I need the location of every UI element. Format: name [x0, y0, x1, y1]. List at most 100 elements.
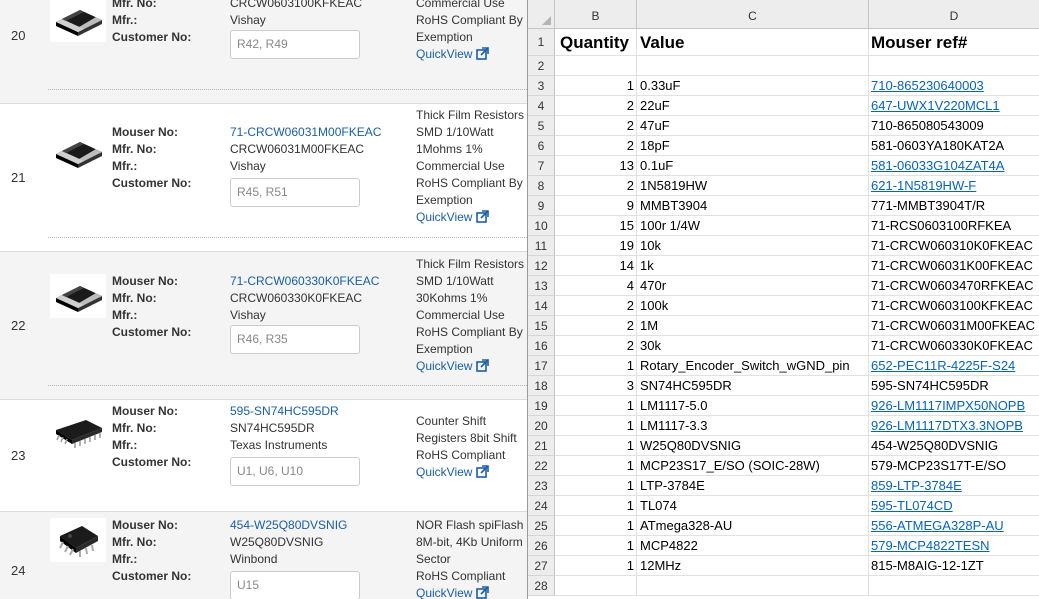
cell-ref[interactable]: 771-MMBT3904T/R: [869, 196, 1039, 216]
column-header-d[interactable]: D: [869, 0, 1039, 29]
cell-ref[interactable]: 815-M8AIG-12-1ZT: [869, 556, 1039, 576]
row-header[interactable]: 17: [528, 356, 555, 376]
product-image[interactable]: [50, 274, 106, 318]
cell-ref[interactable]: 454-W25Q80DVSNIG: [869, 436, 1039, 456]
row-header[interactable]: 8: [528, 176, 555, 196]
row-header[interactable]: 3: [528, 76, 555, 96]
mouser-part-link[interactable]: 454-W25Q80DVSNIG: [230, 517, 347, 534]
cell-quantity[interactable]: 2: [555, 176, 637, 196]
cell-value[interactable]: LM1117-3.3: [637, 416, 869, 436]
cell-quantity[interactable]: 4: [555, 276, 637, 296]
cell-ref[interactable]: 595-SN74HC595DR: [869, 376, 1039, 396]
cell-ref-hyperlink[interactable]: 647-UWX1V220MCL1: [869, 96, 1039, 116]
quickview-link[interactable]: QuickView: [416, 358, 490, 375]
cell-value[interactable]: MCP4822: [637, 536, 869, 556]
row-header[interactable]: 25: [528, 516, 555, 536]
cell-value[interactable]: 0.1uF: [637, 156, 869, 176]
cell-value[interactable]: [637, 576, 869, 596]
product-image[interactable]: [50, 130, 106, 174]
row-header[interactable]: 11: [528, 236, 555, 256]
row-header[interactable]: 21: [528, 436, 555, 456]
cell-ref[interactable]: 581-0603YA180KAT2A: [869, 136, 1039, 156]
cell-ref-hyperlink[interactable]: 652-PEC11R-4225F-S24: [869, 356, 1039, 376]
cell-value[interactable]: ATmega328-AU: [637, 516, 869, 536]
cell-ref[interactable]: 71-CRCW060330K0FKEAC: [869, 336, 1039, 356]
cell-value[interactable]: 100k: [637, 296, 869, 316]
row-header[interactable]: 24: [528, 496, 555, 516]
cell-value[interactable]: 10k: [637, 236, 869, 256]
row-header[interactable]: 10: [528, 216, 555, 236]
cell-quantity[interactable]: 2: [555, 136, 637, 156]
cell-ref[interactable]: 71-CRCW0603470RFKEAC: [869, 276, 1039, 296]
cell-value[interactable]: 18pF: [637, 136, 869, 156]
cell-quantity[interactable]: 1: [555, 496, 637, 516]
cell-quantity[interactable]: 2: [555, 336, 637, 356]
product-image[interactable]: [50, 0, 106, 42]
row-header[interactable]: 19: [528, 396, 555, 416]
row-header[interactable]: 15: [528, 316, 555, 336]
mouser-part-link[interactable]: 71-CRCW060330K0FKEAC: [230, 273, 379, 290]
cell-ref-hyperlink[interactable]: 556-ATMEGA328P-AU: [869, 516, 1039, 536]
cell-quantity[interactable]: 13: [555, 156, 637, 176]
cell-ref[interactable]: 579-MCP23S17T-E/SO: [869, 456, 1039, 476]
cell-ref[interactable]: [869, 576, 1039, 596]
quickview-link[interactable]: QuickView: [416, 464, 490, 481]
cell-quantity[interactable]: [555, 576, 637, 596]
cell-value[interactable]: 22uF: [637, 96, 869, 116]
cell-ref-hyperlink[interactable]: 926-LM1117DTX3.3NOPB: [869, 416, 1039, 436]
cell-ref[interactable]: 71-CRCW06031K00FKEAC: [869, 256, 1039, 276]
customer-number-input[interactable]: R45, R51: [230, 178, 360, 207]
select-all-corner[interactable]: [528, 0, 555, 29]
column-header-c[interactable]: C: [637, 0, 869, 29]
cell-ref-hyperlink[interactable]: 579-MCP4822TESN: [869, 536, 1039, 556]
row-header[interactable]: 28: [528, 576, 555, 596]
header-cell-quantity[interactable]: Quantity: [555, 29, 637, 56]
row-header[interactable]: 18: [528, 376, 555, 396]
cell-value[interactable]: TL074: [637, 496, 869, 516]
cell-quantity[interactable]: 14: [555, 256, 637, 276]
cell-quantity[interactable]: 1: [555, 536, 637, 556]
cell-value[interactable]: 12MHz: [637, 556, 869, 576]
row-header[interactable]: 14: [528, 296, 555, 316]
header-cell-ref[interactable]: Mouser ref#: [869, 29, 1039, 56]
cell-value[interactable]: Rotary_Encoder_Switch_wGND_pin: [637, 356, 869, 376]
cell-value[interactable]: 470r: [637, 276, 869, 296]
cell-quantity[interactable]: 2: [555, 96, 637, 116]
cell-quantity[interactable]: 15: [555, 216, 637, 236]
header-cell-value[interactable]: Value: [637, 29, 869, 56]
cell-ref-hyperlink[interactable]: 581-06033G104ZAT4A: [869, 156, 1039, 176]
row-header[interactable]: 16: [528, 336, 555, 356]
cell-quantity[interactable]: 1: [555, 416, 637, 436]
cell-value[interactable]: W25Q80DVSNIG: [637, 436, 869, 456]
cell-ref-hyperlink[interactable]: 859-LTP-3784E: [869, 476, 1039, 496]
customer-number-input[interactable]: U15: [230, 571, 360, 599]
cell-ref-hyperlink[interactable]: 621-1N5819HW-F: [869, 176, 1039, 196]
customer-number-input[interactable]: R46, R35: [230, 325, 360, 354]
cell-value[interactable]: 1M: [637, 316, 869, 336]
cell-quantity[interactable]: 9: [555, 196, 637, 216]
cell-ref-hyperlink[interactable]: 710-865230640003: [869, 76, 1039, 96]
cell-quantity[interactable]: 3: [555, 376, 637, 396]
cell-value[interactable]: SN74HC595DR: [637, 376, 869, 396]
cell-value[interactable]: MMBT3904: [637, 196, 869, 216]
cell-quantity[interactable]: 1: [555, 476, 637, 496]
cell-value[interactable]: LTP-3784E: [637, 476, 869, 496]
row-header[interactable]: 7: [528, 156, 555, 176]
cell-quantity[interactable]: 1: [555, 356, 637, 376]
cell-value[interactable]: 1N5819HW: [637, 176, 869, 196]
row-header[interactable]: 5: [528, 116, 555, 136]
cell-quantity[interactable]: 1: [555, 76, 637, 96]
cell-quantity[interactable]: 1: [555, 456, 637, 476]
row-header[interactable]: 27: [528, 556, 555, 576]
row-header[interactable]: 1: [528, 29, 555, 56]
cell-quantity[interactable]: 2: [555, 316, 637, 336]
product-image[interactable]: [50, 518, 106, 562]
cell-ref[interactable]: 71-CRCW060310K0FKEAC: [869, 236, 1039, 256]
cell-value[interactable]: 30k: [637, 336, 869, 356]
cell-ref-hyperlink[interactable]: 595-TL074CD: [869, 496, 1039, 516]
row-header[interactable]: 9: [528, 196, 555, 216]
cell-ref[interactable]: 71-RCS0603100RFKEA: [869, 216, 1039, 236]
row-header[interactable]: 26: [528, 536, 555, 556]
row-header[interactable]: 4: [528, 96, 555, 116]
mouser-part-link[interactable]: 71-CRCW06031M00FKEAC: [230, 124, 381, 141]
